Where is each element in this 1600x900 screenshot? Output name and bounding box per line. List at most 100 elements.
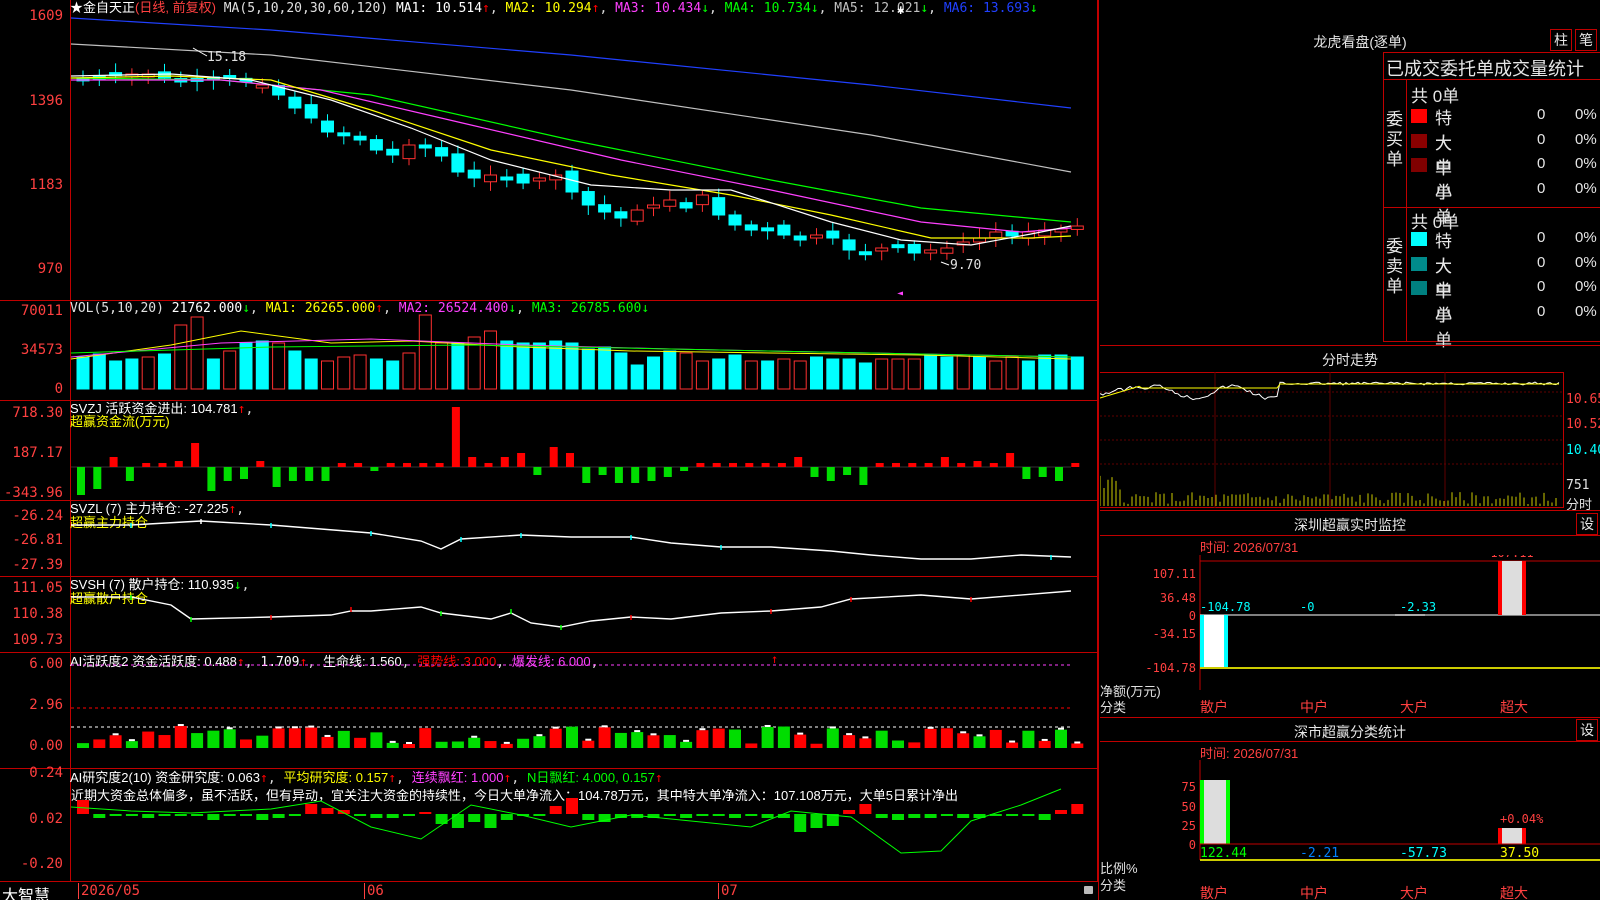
ma4-line [71,77,1072,223]
ai-research-chart[interactable] [71,769,1097,882]
activity-bar [614,732,627,748]
pen-view-button[interactable]: 笔 [1575,29,1597,51]
buy-row-pct: 0% [1575,130,1597,148]
sz-y-tick: 36.48 [1160,591,1196,605]
low-marker [940,261,950,266]
research-bar [500,814,513,820]
volume-chart[interactable] [71,301,1097,401]
candle [158,71,171,79]
activity-bar [533,736,546,748]
sell-row-pct: 0% [1575,229,1597,246]
research-bar [940,814,953,816]
cls-settings-button[interactable]: 设 [1576,719,1598,741]
cursor-marker: ◄ [897,288,903,299]
high-price-label: 15.18 [207,50,247,65]
lock-icon[interactable] [1084,886,1093,894]
volume-bar [223,350,237,390]
research-bar [484,814,497,828]
intraday-chart[interactable] [1100,372,1564,508]
svzj-bar [696,463,705,467]
sz-title-divider [1100,535,1600,536]
activity-bar [1055,729,1067,748]
svzj-bar [1006,453,1015,467]
ai-activity-chart[interactable]: ↑ [71,653,1097,769]
volume-bar [255,340,269,390]
sz-settings-button[interactable]: 设 [1576,513,1598,535]
kline-panel[interactable]: ★金自天正(日线, 前复权) MA(5,10,20,30,60,120) MA1… [0,0,1098,300]
bar-view-button[interactable]: 柱 [1550,29,1572,51]
activity-mark [552,726,559,729]
lhb-title: 龙虎看盘(逐单) [1313,34,1407,50]
svzl-chart[interactable] [71,501,1097,577]
activity-bar [370,732,383,748]
activity-bar [354,737,367,748]
svzj-bar [598,467,607,475]
svsh-panel[interactable]: SVSH (7) 散户持仓: 110.935↓, 超赢散户持仓 111.05 1… [0,576,1098,652]
ai-activity-panel[interactable]: AI活跃度2 资金活跃度: 0.488↑, 1.709↑, 生命线: 1.560… [0,652,1098,768]
activity-bar [125,741,138,748]
volume-bar [206,358,220,390]
volume-bar [712,358,726,390]
svzl-panel[interactable]: SVZL (7) 主力持仓: -27.225↑, 超赢主力持仓 -26.24 -… [0,500,1098,576]
svsh-chart[interactable] [71,577,1097,653]
cls-bar-value: -2.21 [1300,846,1339,861]
ai-research-panel[interactable]: AI研究度2(10) 资金研究度: 0.063↑, 平均研究度: 0.157↑,… [0,766,1098,882]
activity-bar [794,734,807,748]
svzj-panel[interactable]: SVZJ 活跃资金进出: 104.781↑, 超赢资金流(万元) 718.30 … [0,400,1098,500]
cls-chart[interactable]: 75 50 25 0 +0.04% 122.44 -2.21 -57.73 37.50 [1100,760,1600,880]
volume-bar [304,358,318,390]
activity-mark [634,730,641,733]
research-bar [125,814,138,816]
svzj-bar [370,467,379,471]
sz-y-tick: -34.15 [1153,627,1196,641]
y-tick: 109.73 [12,632,63,648]
volume-bar [435,342,449,390]
research-bar [761,814,774,818]
activity-mark [601,725,608,728]
cls-divider [1100,717,1600,718]
activity-bar [777,726,790,748]
sz-monitor-chart[interactable]: 107.11 36.48 0 -34.15 -104.78 107.11 -104.78 -0… [1100,555,1600,700]
sz-cat-3: 大户 [1400,699,1428,715]
activity-mark [797,732,804,735]
svzj-bar [93,467,102,489]
research-bar [843,810,856,814]
kline-chart[interactable]: ✱◄ [71,0,1097,300]
research-bar [142,814,155,818]
sz-bar-super-inner [1502,561,1522,615]
main-vertical-divider [1098,0,1099,900]
research-bar [158,814,171,816]
candle [435,147,449,157]
activity-bar [566,726,578,748]
activity-bar [191,733,204,748]
arrow-up-icon: ↑ [771,653,778,666]
volume-bar [647,356,660,390]
activity-bar [875,730,888,748]
candle [418,144,432,149]
svzj-bar [419,463,428,467]
activity-bar [223,729,236,748]
y-tick: -26.24 [12,508,63,524]
candle [875,247,889,252]
intraday-price-tick: 10.40 [1566,443,1600,458]
volume-bar [940,356,954,390]
research-bar [582,814,595,820]
date-label: 07 [718,883,738,899]
svzj-chart[interactable] [71,401,1097,501]
candle [826,230,840,239]
volume-panel[interactable]: VOL(5,10,20) 21762.000↓, MA1: 26265.000↑… [0,300,1098,400]
candle [467,169,481,179]
activity-bar [761,726,774,748]
activity-mark [324,734,331,737]
cls-bar-value: 122.44 [1200,846,1247,861]
activity-bar [663,735,676,748]
volume-bar [630,364,644,390]
research-bar [240,814,252,816]
y-tick: -0.20 [20,856,63,872]
brand-label: 大智慧 [2,888,51,900]
activity-mark [389,740,396,743]
candle [353,135,367,141]
svzj-bar [631,467,640,483]
star-marker: ✱ [897,3,904,17]
svzj-bar [777,463,786,467]
